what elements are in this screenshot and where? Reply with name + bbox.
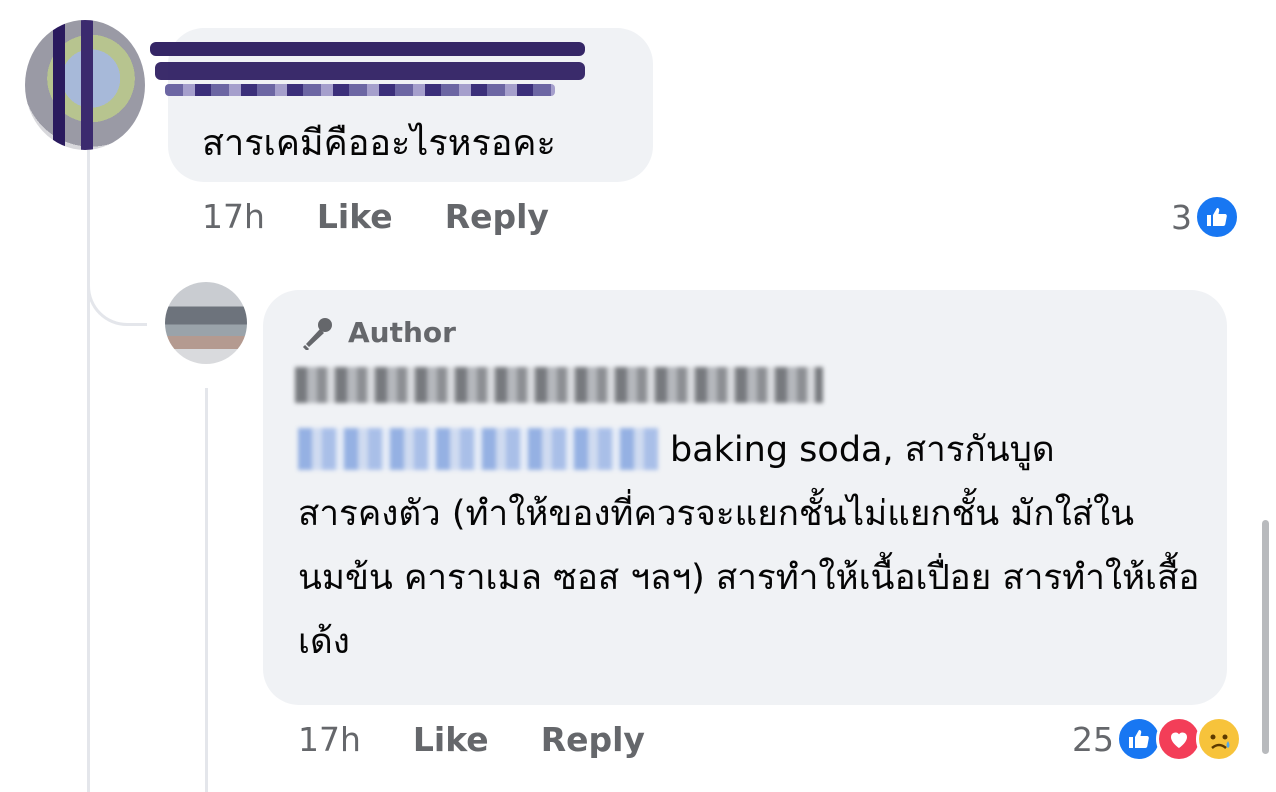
sad-icon bbox=[1196, 716, 1242, 762]
redacted-commenter-name bbox=[150, 42, 585, 56]
comment-text: สารเคมีคืออะไรหรอคะ bbox=[202, 123, 556, 164]
redacted-mention bbox=[298, 428, 658, 470]
reply-thread-line bbox=[205, 388, 208, 792]
reply-text: สารคงตัว (ทำให้ของที่ควรจะแยกชั้นไม่แยกช… bbox=[298, 494, 1200, 662]
reaction-count: 3 bbox=[1171, 197, 1192, 237]
like-button[interactable]: Like bbox=[413, 720, 489, 759]
like-button[interactable]: Like bbox=[317, 197, 393, 236]
reply-text-first-line: baking soda, สารกันบูด bbox=[670, 430, 1055, 470]
redacted-commenter-name-2 bbox=[155, 62, 585, 80]
microphone-icon bbox=[300, 314, 336, 350]
reply-button[interactable]: Reply bbox=[541, 720, 645, 759]
comment-timestamp[interactable]: 17h bbox=[202, 197, 265, 236]
author-badge: Author bbox=[300, 314, 456, 350]
reply-button[interactable]: Reply bbox=[445, 197, 549, 236]
comment-reactions[interactable]: 3 bbox=[1171, 194, 1240, 240]
author-badge-label: Author bbox=[348, 315, 456, 349]
reply-actions: 17h Like Reply bbox=[298, 720, 645, 759]
thread-connector bbox=[87, 240, 147, 326]
reaction-count: 25 bbox=[1072, 719, 1114, 759]
comment-actions: 17h Like Reply bbox=[202, 197, 549, 236]
redacted-commenter-name-3 bbox=[165, 84, 555, 96]
scrollbar[interactable] bbox=[1262, 520, 1269, 754]
like-icon bbox=[1194, 194, 1240, 240]
redacted-author-name bbox=[295, 367, 823, 403]
reply-reactions[interactable]: 25 bbox=[1072, 716, 1242, 762]
commenter-avatar[interactable] bbox=[25, 20, 145, 150]
author-avatar[interactable] bbox=[165, 282, 247, 364]
reply-timestamp[interactable]: 17h bbox=[298, 720, 361, 759]
